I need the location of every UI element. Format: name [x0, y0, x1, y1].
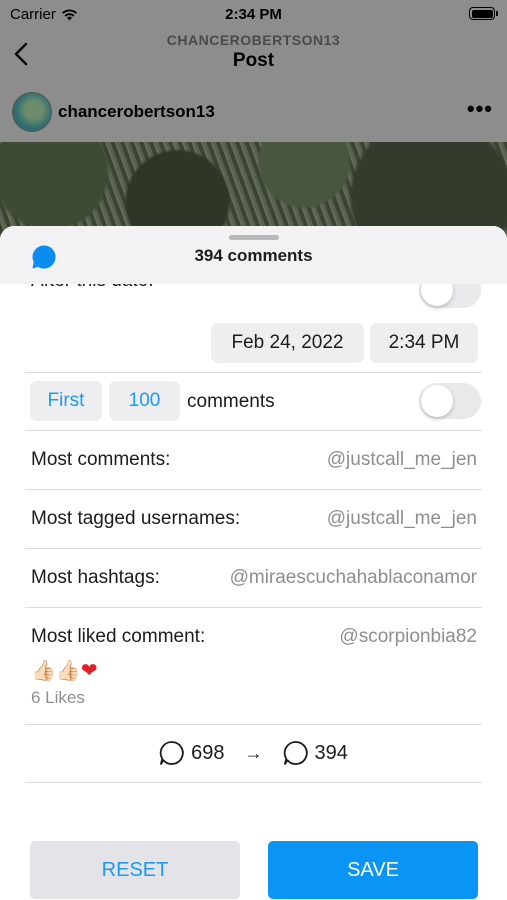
avatar[interactable] [12, 92, 52, 132]
stat-row-most-tagged: Most tagged usernames: @justcall_me_jen [0, 490, 507, 548]
count-before: 698 [191, 741, 225, 764]
comment-bubble-icon [283, 741, 308, 765]
author-username[interactable]: chancerobertson13 [58, 102, 215, 122]
first-filter-suffix: comments [187, 391, 275, 412]
sheet-grabber[interactable] [229, 235, 279, 240]
divider [25, 782, 482, 783]
first-filter-toggle[interactable] [419, 383, 481, 419]
count-after: 394 [314, 741, 348, 764]
stat-username[interactable]: @justcall_me_jen [327, 449, 477, 471]
post-author-row: chancerobertson13 ••• [0, 84, 507, 142]
comments-sheet: 394 comments After this date: Feb 24, 20… [0, 226, 507, 900]
reset-button[interactable]: RESET [30, 841, 240, 899]
more-horizontal-icon[interactable]: ••• [467, 96, 493, 122]
stat-label: Most comments: [31, 449, 171, 470]
battery-icon [469, 7, 498, 20]
sheet-title: 394 comments [194, 246, 313, 265]
page-title: Post [232, 50, 275, 71]
heart-emoji: ❤ [80, 660, 98, 682]
stat-label: Most tagged usernames: [31, 508, 241, 529]
thumbs-up-emoji: 👍🏻👍🏻 [31, 660, 81, 682]
stat-username[interactable]: @miraescuchahablaconamor [230, 567, 477, 589]
sheet-header: 394 comments [0, 226, 507, 284]
divider [25, 607, 482, 608]
most-liked-comment-text: 👍🏻👍🏻❤ [31, 658, 98, 683]
stat-row-most-comments: Most comments: @justcall_me_jen [0, 431, 507, 489]
status-bar: Carrier 2:34 PM [0, 0, 507, 28]
status-time: 2:34 PM [225, 6, 282, 23]
most-liked-username[interactable]: @scorpionbia82 [339, 626, 477, 648]
stat-username[interactable]: @justcall_me_jen [327, 508, 477, 530]
stat-row-most-hashtags: Most hashtags: @miraescuchahablaconamor [0, 549, 507, 607]
most-liked-comment-row: Most liked comment: @scorpionbia82 👍🏻👍🏻❤… [0, 616, 507, 724]
comment-count-summary: 698 → 394 [0, 724, 507, 782]
stat-label: Most hashtags: [31, 567, 160, 588]
nav-bar: CHANCEROBERTSON13 Post [0, 28, 507, 84]
most-liked-label: Most liked comment: [31, 626, 206, 647]
comment-bubble-icon [159, 741, 184, 765]
likes-count: 6 Likes [31, 688, 85, 707]
nav-subtitle: CHANCEROBERTSON13 [166, 32, 341, 48]
divider [25, 372, 482, 373]
time-picker[interactable]: 2:34 PM [370, 323, 478, 363]
date-picker[interactable]: Feb 24, 2022 [211, 323, 364, 363]
arrow-right-icon: → [244, 742, 263, 763]
comment-count-field[interactable]: 100 [109, 381, 180, 421]
save-button[interactable]: SAVE [268, 841, 478, 899]
first-filter-button[interactable]: First [30, 381, 102, 421]
